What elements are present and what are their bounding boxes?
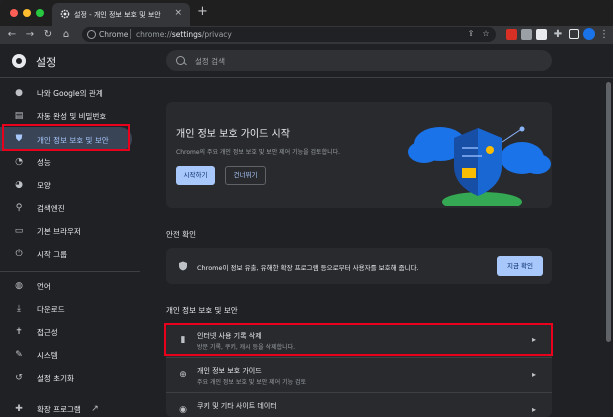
- address-url[interactable]: chrome://settings/privacy: [136, 30, 232, 39]
- safety-check-text: Chrome이 정보 유출, 유해한 확장 프로그램 등으로부터 사용자를 보호…: [197, 264, 419, 272]
- sidebar-divider: [0, 271, 140, 272]
- search-icon: [176, 56, 185, 65]
- kebab-menu-icon[interactable]: ⋮: [598, 28, 610, 42]
- avatar[interactable]: [583, 28, 595, 40]
- privacy-illustration-icon: [408, 126, 551, 206]
- minimize-window-button[interactable]: [23, 9, 31, 17]
- sidebar-item-search-engine[interactable]: ⚲ 검색엔진: [0, 197, 132, 219]
- globe-icon: ◍: [15, 281, 23, 291]
- sidebar-item-downloads[interactable]: ⤓ 다운로드: [0, 298, 132, 320]
- gear-icon: [60, 9, 70, 19]
- accessibility-icon: ✝: [15, 327, 23, 337]
- history-icon: ↺: [15, 373, 23, 383]
- person-icon: ●: [15, 88, 23, 98]
- sidebar-item-on-startup[interactable]: ⏻ 시작 그룹: [0, 243, 132, 265]
- bookmark-star-icon[interactable]: ☆: [481, 29, 491, 39]
- sidebar-item-performance[interactable]: ◔ 성능: [0, 151, 132, 173]
- safety-check-heading: 안전 확인: [166, 230, 196, 239]
- sidebar-item-system[interactable]: ✎ 시스템: [0, 344, 132, 366]
- privacy-guide-title: 개인 정보 보호 가이드 시작: [176, 129, 290, 140]
- forward-button[interactable]: →: [24, 28, 36, 42]
- chevron-right-icon: ▸: [532, 405, 537, 414]
- privacy-security-heading: 개인 정보 보호 및 보안: [166, 306, 238, 315]
- safety-check-card: Chrome이 정보 유출, 유해한 확장 프로그램 등으로부터 사용자를 보호…: [166, 248, 552, 284]
- scrollbar[interactable]: [604, 78, 613, 417]
- open-external-icon: ↗: [91, 404, 99, 414]
- sidebar-item-appearance[interactable]: ◕ 모양: [0, 174, 132, 196]
- chevron-right-icon: ▸: [532, 370, 537, 379]
- extension-icon[interactable]: [536, 29, 547, 40]
- share-icon[interactable]: ⇪: [466, 29, 476, 39]
- close-tab-icon[interactable]: ×: [174, 8, 182, 18]
- clipboard-icon: ▤: [14, 111, 24, 121]
- reload-button[interactable]: ↻: [42, 28, 54, 42]
- highlight-box: [2, 124, 130, 151]
- sidebar-item-you-and-google[interactable]: ● 나와 Google의 관계: [0, 82, 132, 104]
- get-started-button[interactable]: 시작하기: [176, 166, 215, 185]
- close-window-button[interactable]: [10, 9, 18, 17]
- power-icon: ⏻: [15, 249, 23, 259]
- speedometer-icon: ◔: [15, 157, 23, 167]
- search-icon: ⚲: [15, 203, 23, 213]
- list-item-cookies[interactable]: ◉ 쿠키 및 기타 사이트 데이터 ▸: [166, 393, 552, 417]
- extension-icon[interactable]: [506, 29, 517, 40]
- scrollbar-thumb[interactable]: [606, 82, 611, 342]
- sidebar-item-extensions[interactable]: ✚ 확장 프로그램 ↗: [0, 398, 132, 417]
- cookie-icon: ◉: [179, 405, 187, 415]
- extension-icon[interactable]: [521, 29, 532, 40]
- search-input[interactable]: 설정 검색: [166, 50, 552, 71]
- wrench-icon: ✎: [15, 350, 23, 360]
- list-item-privacy-guide[interactable]: ⊕ 개인 정보 보호 가이드 주요 개인 정보 보호 및 보안 제어 기능 검토…: [166, 358, 552, 393]
- add-circle-icon: ⊕: [179, 370, 187, 380]
- new-tab-button[interactable]: +: [197, 5, 208, 19]
- address-divider: [130, 29, 131, 39]
- privacy-guide-subtitle: Chrome의 주요 개인 정보 보호 및 보안 제어 기능을 검토합니다.: [176, 149, 341, 156]
- maximize-window-button[interactable]: [36, 9, 44, 17]
- browser-icon: ▭: [14, 226, 24, 236]
- tab-title: 설정 - 개인 정보 보호 및 보안: [74, 11, 161, 19]
- palette-icon: ◕: [15, 180, 23, 190]
- puzzle-icon[interactable]: ✚: [552, 28, 564, 42]
- highlight-box: [164, 323, 553, 356]
- sidebar-item-languages[interactable]: ◍ 언어: [0, 275, 132, 297]
- tab-settings[interactable]: 설정 - 개인 정보 보호 및 보안 ×: [52, 3, 190, 26]
- sidebar-item-accessibility[interactable]: ✝ 접근성: [0, 321, 132, 343]
- skip-button[interactable]: 건너뛰기: [225, 166, 266, 185]
- shield-icon: [179, 261, 187, 271]
- browser-window: 설정 - 개인 정보 보호 및 보안 × + ← → ↻ ⌂ Chrome ch…: [0, 0, 613, 417]
- download-icon: ⤓: [17, 304, 21, 314]
- back-button[interactable]: ←: [6, 28, 18, 42]
- side-panel-icon[interactable]: [569, 29, 579, 39]
- tab-strip: 설정 - 개인 정보 보호 및 보안 × +: [0, 0, 613, 26]
- search-placeholder: 설정 검색: [195, 57, 225, 66]
- page-title: 설정: [36, 56, 57, 69]
- toolbar: ← → ↻ ⌂ Chrome chrome://settings/privacy…: [0, 26, 613, 44]
- privacy-guide-card: 개인 정보 보호 가이드 시작 Chrome의 주요 개인 정보 보호 및 보안…: [166, 102, 552, 208]
- settings-header: 설정 설정 검색: [0, 44, 613, 78]
- sidebar-item-reset[interactable]: ↺ 설정 초기화: [0, 367, 132, 389]
- sidebar-item-default-browser[interactable]: ▭ 기본 브라우저: [0, 220, 132, 242]
- address-bar[interactable]: Chrome chrome://settings/privacy ⇪ ☆: [82, 27, 496, 42]
- main-content: 개인 정보 보호 가이드 시작 Chrome의 주요 개인 정보 보호 및 보안…: [140, 78, 613, 417]
- chrome-logo-icon: [12, 54, 26, 68]
- address-chip: Chrome: [99, 30, 129, 39]
- check-now-button[interactable]: 지금 확인: [497, 256, 543, 276]
- chrome-icon: [87, 30, 96, 39]
- home-button[interactable]: ⌂: [60, 28, 72, 42]
- puzzle-icon: ✚: [15, 404, 23, 414]
